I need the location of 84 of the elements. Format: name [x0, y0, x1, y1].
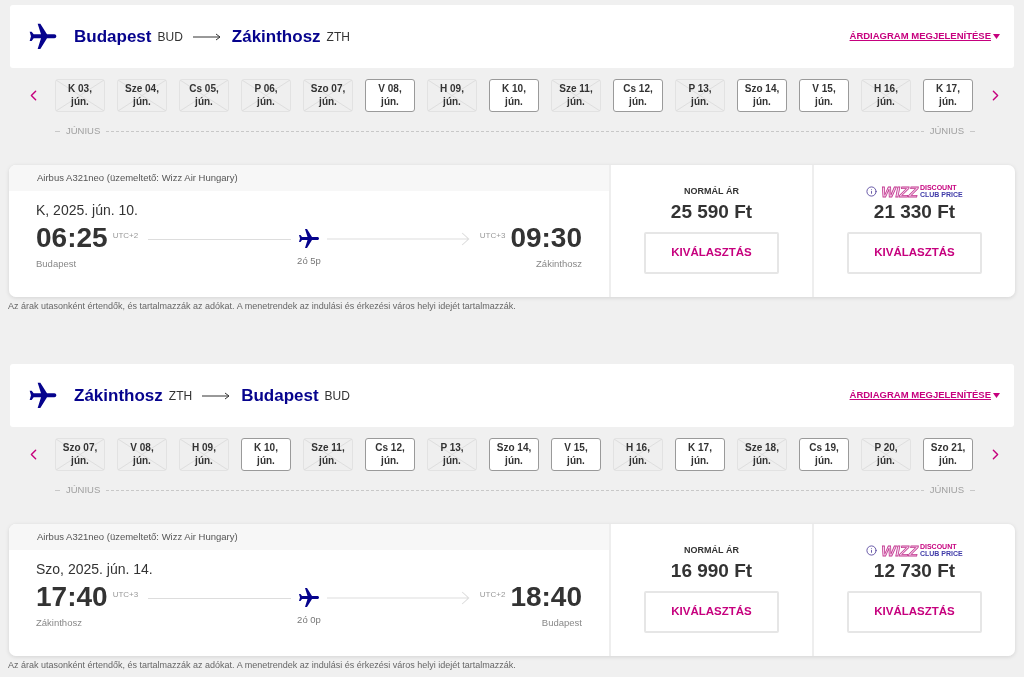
- arrival-city: Zákinthosz: [536, 257, 582, 271]
- utc-offset: UTC+3: [479, 230, 506, 242]
- departure-city: Zákinthosz: [36, 616, 83, 630]
- utc-offset: UTC+2: [479, 589, 506, 601]
- date-option[interactable]: Sze 18, jún.: [737, 437, 787, 471]
- date-option[interactable]: Cs 12, jún.: [613, 78, 663, 112]
- price-note: Az árak utasonként értendők, és tartalmazzák az adókat. A menetrendek az indulási és érkezési város helyi idejét tartalmazzák.: [8, 659, 517, 671]
- fare-price: 25 590 Ft: [670, 200, 753, 224]
- origin-city: Budapest: [74, 25, 152, 48]
- date-option[interactable]: Cs 05, jún.: [179, 78, 229, 112]
- date-option[interactable]: P 20, jún.: [861, 437, 911, 471]
- date-option[interactable]: V 08, jún.: [365, 78, 415, 112]
- date-option[interactable]: V 15, jún.: [551, 437, 601, 471]
- date-option[interactable]: H 09, jún.: [427, 78, 477, 112]
- date-option[interactable]: Cs 19, jún.: [799, 437, 849, 471]
- arrival-time: 09:30: [510, 222, 582, 254]
- flight-duration: 2ó 5p: [297, 254, 321, 268]
- destination-code: BUD: [324, 387, 350, 405]
- month-label: JÚNIUS: [66, 123, 101, 138]
- departure-city: Budapest: [36, 257, 78, 271]
- date-option[interactable]: P 13, jún.: [427, 437, 477, 471]
- date-option[interactable]: Sze 04, jún.: [117, 78, 167, 112]
- date-option[interactable]: Cs 12, jún.: [365, 437, 415, 471]
- plane-icon: [297, 227, 321, 251]
- select-button[interactable]: KIVÁLASZTÁS: [644, 232, 779, 274]
- date-option[interactable]: Sze 11, jún.: [303, 437, 353, 471]
- month-label: JÚNIUS: [929, 482, 964, 497]
- arrow-icon: [192, 32, 222, 41]
- date-option[interactable]: P 13, jún.: [675, 78, 725, 112]
- departure-time: 17:40: [36, 581, 108, 613]
- price-chart-link[interactable]: ÁRDIAGRAM MEGJELENÍTÉSE: [849, 29, 1000, 44]
- destination-city: Budapest: [241, 384, 319, 407]
- date-option[interactable]: V 08, jún.: [117, 437, 167, 471]
- fare-price: 21 330 Ft: [873, 200, 956, 224]
- aircraft-info: Airbus A321neo (üzemeltető: Wizz Air Hungary): [37, 529, 238, 544]
- utc-offset: UTC+3: [112, 589, 139, 601]
- fare-price: 12 730 Ft: [873, 559, 956, 583]
- date-option[interactable]: P 06, jún.: [241, 78, 291, 112]
- date-option[interactable]: Szo 14, jún.: [489, 437, 539, 471]
- date-option[interactable]: K 17, jún.: [675, 437, 725, 471]
- arrow-line-icon: [327, 232, 470, 246]
- arrival-city: Budapest: [541, 616, 582, 630]
- select-button[interactable]: KIVÁLASZTÁS: [847, 591, 982, 633]
- select-button[interactable]: KIVÁLASZTÁS: [847, 232, 982, 274]
- price-note: Az árak utasonként értendők, és tartalmazzák az adókat. A menetrendek az indulási és érkezési város helyi idejét tartalmazzák.: [8, 300, 517, 312]
- aircraft-info: Airbus A321neo (üzemeltető: Wizz Air Hungary): [37, 170, 238, 185]
- plane-icon: [297, 586, 321, 610]
- select-button[interactable]: KIVÁLASZTÁS: [644, 591, 779, 633]
- flight-date: Szo, 2025. jún. 14.: [36, 560, 154, 578]
- date-option[interactable]: Szo 21, jún.: [923, 437, 973, 471]
- flight-duration: 2ó 0p: [297, 613, 321, 627]
- departure-time: 06:25: [36, 222, 108, 254]
- date-option[interactable]: K 17, jún.: [923, 78, 973, 112]
- caret-icon: [993, 393, 1000, 398]
- date-option[interactable]: H 16, jún.: [861, 78, 911, 112]
- fare-price: 16 990 Ft: [670, 559, 753, 583]
- fare-label: NORMÁL ÁR: [684, 185, 739, 198]
- date-option[interactable]: Szo 07, jún.: [303, 78, 353, 112]
- date-option[interactable]: Szo 07, jún.: [55, 437, 105, 471]
- date-option[interactable]: K 10, jún.: [489, 78, 539, 112]
- info-icon[interactable]: [866, 185, 878, 197]
- arrow-icon: [202, 391, 232, 400]
- destination-city: Zákinthosz: [231, 25, 321, 48]
- origin-code: BUD: [157, 28, 183, 46]
- destination-code: ZTH: [326, 28, 350, 46]
- arrow-line-icon: [327, 591, 470, 605]
- utc-offset: UTC+2: [112, 230, 139, 242]
- date-option[interactable]: K 10, jún.: [241, 437, 291, 471]
- date-option[interactable]: Szo 14, jún.: [737, 78, 787, 112]
- date-option[interactable]: Sze 11, jún.: [551, 78, 601, 112]
- info-icon[interactable]: [866, 544, 878, 556]
- date-option[interactable]: V 15, jún.: [799, 78, 849, 112]
- month-label: JÚNIUS: [66, 482, 101, 497]
- origin-code: ZTH: [168, 387, 193, 405]
- origin-city: Zákinthosz: [74, 384, 163, 407]
- arrival-time: 18:40: [510, 581, 582, 613]
- date-option[interactable]: K 03, jún.: [55, 78, 105, 112]
- date-option[interactable]: H 16, jún.: [613, 437, 663, 471]
- month-label: JÚNIUS: [929, 123, 964, 138]
- fare-label: NORMÁL ÁR: [684, 544, 739, 557]
- price-chart-link[interactable]: ÁRDIAGRAM MEGJELENÍTÉSE: [849, 388, 1000, 403]
- date-option[interactable]: H 09, jún.: [179, 437, 229, 471]
- caret-icon: [993, 34, 1000, 39]
- flight-date: K, 2025. jún. 10.: [36, 201, 139, 219]
